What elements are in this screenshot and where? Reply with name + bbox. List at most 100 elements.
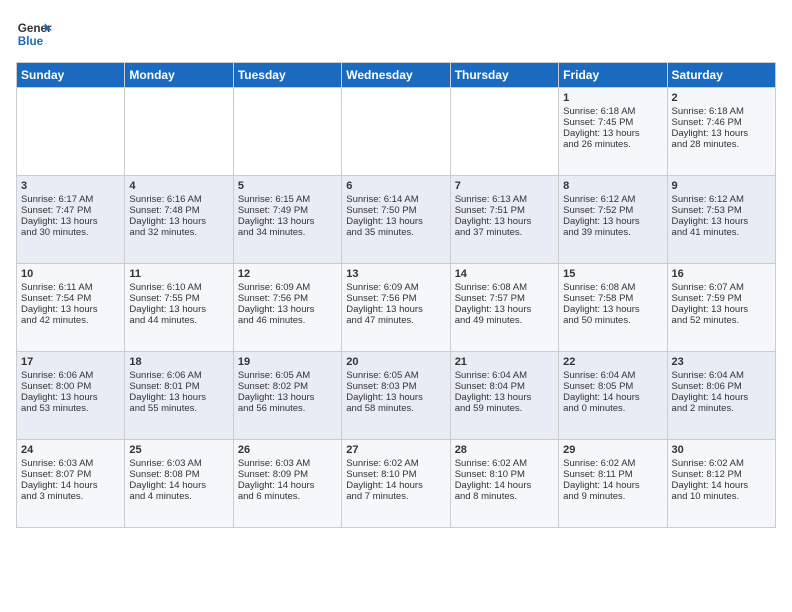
cell-text: Daylight: 13 hours <box>21 216 120 227</box>
cell-text: Sunrise: 6:06 AM <box>129 370 228 381</box>
cell-text: and 59 minutes. <box>455 403 554 414</box>
cell-text: Daylight: 13 hours <box>129 216 228 227</box>
cell-text: Daylight: 14 hours <box>672 392 771 403</box>
cell-text: Daylight: 13 hours <box>346 216 445 227</box>
calendar-cell <box>450 88 558 176</box>
logo-icon: General Blue <box>16 16 52 52</box>
cell-text: and 3 minutes. <box>21 491 120 502</box>
cell-text: Sunset: 8:10 PM <box>455 469 554 480</box>
cell-text: Sunset: 7:53 PM <box>672 205 771 216</box>
day-number: 9 <box>672 180 771 192</box>
calendar-cell: 12Sunrise: 6:09 AMSunset: 7:56 PMDayligh… <box>233 264 341 352</box>
cell-text: Sunset: 8:07 PM <box>21 469 120 480</box>
calendar-cell: 15Sunrise: 6:08 AMSunset: 7:58 PMDayligh… <box>559 264 667 352</box>
day-number: 3 <box>21 180 120 192</box>
cell-text: Sunset: 8:05 PM <box>563 381 662 392</box>
cell-text: and 58 minutes. <box>346 403 445 414</box>
cell-text: Daylight: 14 hours <box>563 392 662 403</box>
cell-text: Sunrise: 6:09 AM <box>346 282 445 293</box>
day-number: 15 <box>563 268 662 280</box>
cell-text: Sunset: 8:00 PM <box>21 381 120 392</box>
cell-text: Daylight: 13 hours <box>455 304 554 315</box>
cell-text: Sunset: 7:59 PM <box>672 293 771 304</box>
cell-text: Sunset: 7:56 PM <box>346 293 445 304</box>
cell-text: Daylight: 14 hours <box>21 480 120 491</box>
day-number: 4 <box>129 180 228 192</box>
cell-text: Sunrise: 6:05 AM <box>346 370 445 381</box>
cell-text: Daylight: 13 hours <box>672 216 771 227</box>
cell-text: Daylight: 14 hours <box>563 480 662 491</box>
cell-text: Sunset: 8:09 PM <box>238 469 337 480</box>
calendar-cell: 22Sunrise: 6:04 AMSunset: 8:05 PMDayligh… <box>559 352 667 440</box>
cell-text: Sunrise: 6:02 AM <box>455 458 554 469</box>
cell-text: and 0 minutes. <box>563 403 662 414</box>
cell-text: and 4 minutes. <box>129 491 228 502</box>
calendar-cell: 26Sunrise: 6:03 AMSunset: 8:09 PMDayligh… <box>233 440 341 528</box>
calendar-cell: 16Sunrise: 6:07 AMSunset: 7:59 PMDayligh… <box>667 264 775 352</box>
calendar-cell: 27Sunrise: 6:02 AMSunset: 8:10 PMDayligh… <box>342 440 450 528</box>
calendar-cell: 30Sunrise: 6:02 AMSunset: 8:12 PMDayligh… <box>667 440 775 528</box>
calendar-cell: 2Sunrise: 6:18 AMSunset: 7:46 PMDaylight… <box>667 88 775 176</box>
cell-text: Sunrise: 6:18 AM <box>563 106 662 117</box>
day-number: 24 <box>21 444 120 456</box>
cell-text: Sunrise: 6:02 AM <box>346 458 445 469</box>
day-number: 27 <box>346 444 445 456</box>
cell-text: and 32 minutes. <box>129 227 228 238</box>
cell-text: and 44 minutes. <box>129 315 228 326</box>
cell-text: Sunrise: 6:03 AM <box>21 458 120 469</box>
calendar-cell: 10Sunrise: 6:11 AMSunset: 7:54 PMDayligh… <box>17 264 125 352</box>
cell-text: Sunset: 7:52 PM <box>563 205 662 216</box>
day-number: 25 <box>129 444 228 456</box>
calendar-cell: 9Sunrise: 6:12 AMSunset: 7:53 PMDaylight… <box>667 176 775 264</box>
weekday-header-monday: Monday <box>125 63 233 88</box>
calendar-cell: 14Sunrise: 6:08 AMSunset: 7:57 PMDayligh… <box>450 264 558 352</box>
weekday-header-wednesday: Wednesday <box>342 63 450 88</box>
day-number: 18 <box>129 356 228 368</box>
calendar-cell: 20Sunrise: 6:05 AMSunset: 8:03 PMDayligh… <box>342 352 450 440</box>
day-number: 2 <box>672 92 771 104</box>
cell-text: Sunrise: 6:08 AM <box>455 282 554 293</box>
cell-text: Daylight: 13 hours <box>455 216 554 227</box>
day-number: 7 <box>455 180 554 192</box>
calendar-cell: 13Sunrise: 6:09 AMSunset: 7:56 PMDayligh… <box>342 264 450 352</box>
cell-text: Sunset: 8:06 PM <box>672 381 771 392</box>
cell-text: Daylight: 13 hours <box>238 392 337 403</box>
cell-text: Sunrise: 6:10 AM <box>129 282 228 293</box>
calendar-cell: 8Sunrise: 6:12 AMSunset: 7:52 PMDaylight… <box>559 176 667 264</box>
cell-text: and 30 minutes. <box>21 227 120 238</box>
cell-text: Sunrise: 6:06 AM <box>21 370 120 381</box>
cell-text: Daylight: 13 hours <box>129 304 228 315</box>
cell-text: Sunset: 7:48 PM <box>129 205 228 216</box>
cell-text: Sunrise: 6:05 AM <box>238 370 337 381</box>
cell-text: Daylight: 13 hours <box>21 392 120 403</box>
cell-text: Sunrise: 6:15 AM <box>238 194 337 205</box>
cell-text: and 47 minutes. <box>346 315 445 326</box>
cell-text: Sunrise: 6:02 AM <box>672 458 771 469</box>
calendar-cell <box>17 88 125 176</box>
day-number: 21 <box>455 356 554 368</box>
cell-text: Daylight: 13 hours <box>672 304 771 315</box>
cell-text: Daylight: 14 hours <box>129 480 228 491</box>
day-number: 17 <box>21 356 120 368</box>
cell-text: Sunset: 7:46 PM <box>672 117 771 128</box>
cell-text: Daylight: 13 hours <box>563 128 662 139</box>
cell-text: and 34 minutes. <box>238 227 337 238</box>
cell-text: Sunset: 8:12 PM <box>672 469 771 480</box>
cell-text: Sunrise: 6:02 AM <box>563 458 662 469</box>
cell-text: and 55 minutes. <box>129 403 228 414</box>
cell-text: and 7 minutes. <box>346 491 445 502</box>
cell-text: and 41 minutes. <box>672 227 771 238</box>
calendar-cell: 24 Sunrise: 6:03 AMSunset: 8:07 PMDayligh… <box>17 440 125 528</box>
calendar-cell: 18Sunrise: 6:06 AMSunset: 8:01 PMDayligh… <box>125 352 233 440</box>
calendar-cell: 19Sunrise: 6:05 AMSunset: 8:02 PMDayligh… <box>233 352 341 440</box>
calendar-cell: 17 Sunrise: 6:06 AMSunset: 8:00 PMDayligh… <box>17 352 125 440</box>
cell-text: Sunset: 8:01 PM <box>129 381 228 392</box>
cell-text: and 6 minutes. <box>238 491 337 502</box>
cell-text: and 35 minutes. <box>346 227 445 238</box>
calendar-cell: 23Sunrise: 6:04 AMSunset: 8:06 PMDayligh… <box>667 352 775 440</box>
calendar-cell: 6Sunrise: 6:14 AMSunset: 7:50 PMDaylight… <box>342 176 450 264</box>
cell-text: Sunset: 8:03 PM <box>346 381 445 392</box>
cell-text: and 8 minutes. <box>455 491 554 502</box>
cell-text: and 9 minutes. <box>563 491 662 502</box>
cell-text: Sunset: 7:54 PM <box>21 293 120 304</box>
